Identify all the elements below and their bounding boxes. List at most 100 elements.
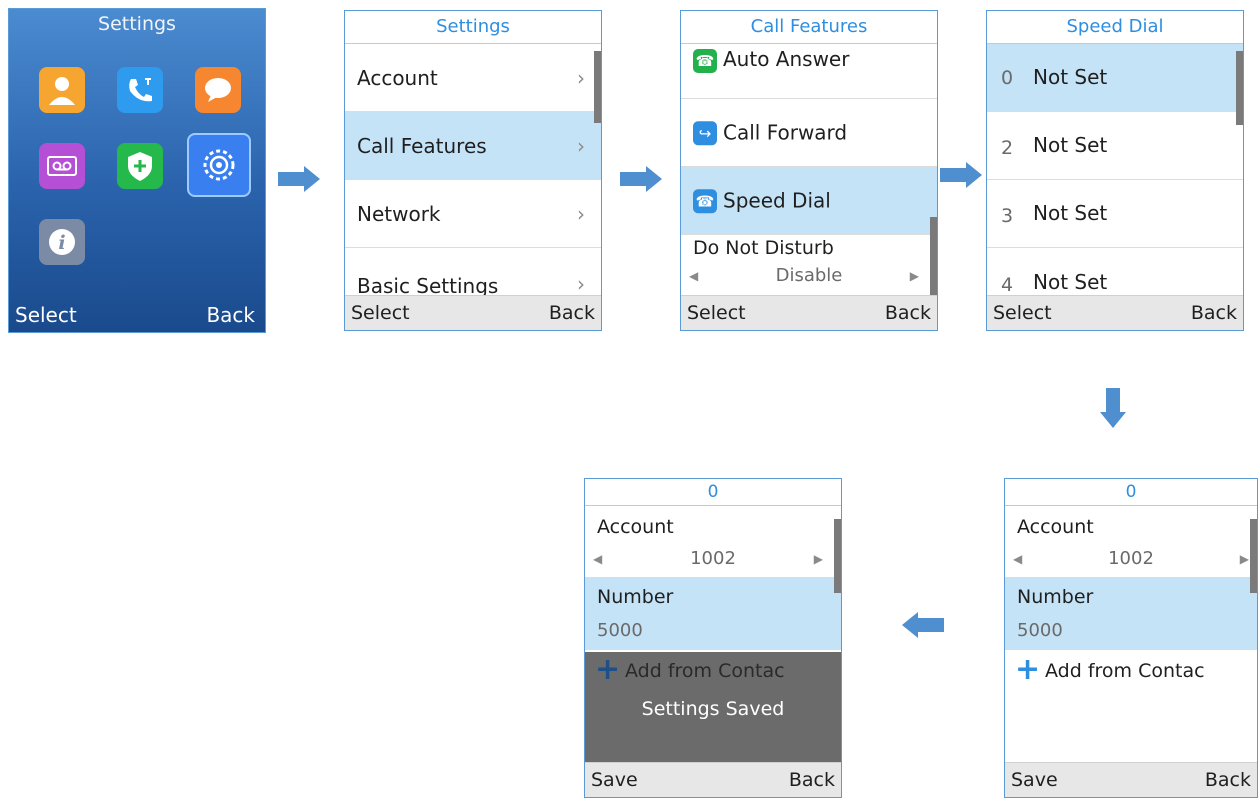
add-from-contacts-label: Add from Contac	[625, 660, 785, 682]
account-label: Account	[597, 516, 674, 538]
add-from-contacts-label: Add from Contac	[1045, 660, 1205, 682]
call-history-icon[interactable]	[117, 67, 163, 113]
messages-icon[interactable]	[195, 67, 241, 113]
chevron-right-icon: ›	[577, 65, 585, 90]
settings-icon[interactable]	[187, 133, 251, 197]
plus-icon: +	[595, 652, 621, 687]
speed-dial-entry-0[interactable]: 0 Not Set	[987, 44, 1243, 112]
info-icon[interactable]: i	[39, 219, 85, 265]
select-softkey[interactable]: Select	[687, 296, 746, 330]
home-softkeys: Select Back	[9, 298, 265, 332]
edit-title: 0	[1005, 479, 1257, 506]
save-softkey[interactable]: Save	[1011, 763, 1058, 797]
call-features-softkeys: Select Back	[681, 295, 937, 330]
number-label: Number	[597, 586, 674, 608]
speed-dial-key: 2	[1001, 137, 1014, 159]
settings-screen: Settings Account › Call Features › Netwo…	[344, 10, 602, 331]
account-label: Account	[1017, 516, 1094, 538]
settings-item-basic-settings[interactable]: Basic Settings ›	[345, 248, 601, 298]
account-selector[interactable]: Account ◀ 1002 ▶	[1005, 506, 1257, 578]
select-softkey[interactable]: Select	[15, 298, 77, 332]
back-softkey[interactable]: Back	[885, 296, 931, 330]
edit-softkeys: Save Back	[1005, 762, 1257, 797]
speed-dial-title: Speed Dial	[987, 11, 1243, 44]
settings-item-label: Account	[357, 65, 438, 90]
speed-dial-entry-4[interactable]: 4 Not Set	[987, 248, 1243, 298]
save-softkey[interactable]: Save	[591, 763, 638, 797]
home-screen: Settings i Select Back	[8, 8, 266, 333]
call-feature-label-wrap: ↪ Call Forward	[693, 120, 847, 146]
call-feature-label-wrap: ☎ Auto Answer	[693, 47, 849, 73]
arrow-right-icon[interactable]: ▶	[1240, 552, 1249, 566]
saved-title: 0	[585, 479, 841, 506]
saved-softkeys: Save Back	[585, 762, 841, 797]
settings-item-network[interactable]: Network ›	[345, 180, 601, 248]
number-field[interactable]: Number 5000	[1005, 578, 1257, 650]
speed-dial-key: 4	[1001, 274, 1014, 296]
speed-dial-screen: Speed Dial 0 Not Set 2 Not Set 3 Not Set…	[986, 10, 1244, 331]
back-softkey[interactable]: Back	[1205, 763, 1251, 797]
select-softkey[interactable]: Select	[351, 296, 410, 330]
speed-dial-key: 0	[1001, 67, 1014, 89]
speed-dial-edit-screen: 0 Account ◀ 1002 ▶ Number 5000 + Add fro…	[1004, 478, 1258, 798]
select-softkey[interactable]: Select	[993, 296, 1052, 330]
settings-item-label: Network	[357, 201, 441, 226]
speed-dial-label: Not Set	[1033, 201, 1108, 225]
call-feature-do-not-disturb[interactable]: Do Not Disturb ◀ Disable ▶	[681, 235, 937, 297]
settings-item-label: Call Features	[357, 133, 487, 158]
speed-dial-label: Not Set	[1033, 133, 1108, 157]
number-label: Number	[1017, 586, 1094, 608]
back-softkey[interactable]: Back	[549, 296, 595, 330]
account-value: 1002	[690, 548, 736, 569]
settings-saved-screen: 0 Account ◀ 1002 ▶ Number 5000 + Add fro…	[584, 478, 842, 798]
settings-softkeys: Select Back	[345, 295, 601, 330]
security-icon[interactable]	[117, 143, 163, 189]
plus-icon: +	[1015, 652, 1041, 687]
add-from-contacts[interactable]: + Add from Contac	[585, 652, 841, 694]
call-feature-speed-dial[interactable]: ☎ Speed Dial	[681, 167, 937, 235]
flow-arrow-right	[278, 166, 320, 192]
arrow-right-icon[interactable]: ▶	[910, 269, 919, 283]
dnd-value: Disable	[775, 265, 843, 286]
scrollbar[interactable]	[930, 217, 937, 295]
speed-dial-label: Not Set	[1033, 65, 1108, 89]
settings-item-account[interactable]: Account ›	[345, 44, 601, 112]
settings-item-call-features[interactable]: Call Features ›	[345, 112, 601, 180]
settings-title: Settings	[345, 11, 601, 44]
call-feature-label: Do Not Disturb	[693, 237, 834, 259]
call-features-screen: ☎ Auto Answer Call Features ↪ Call Forward…	[680, 10, 938, 331]
chevron-right-icon: ›	[577, 272, 585, 296]
account-selector[interactable]: Account ◀ 1002 ▶	[585, 506, 841, 578]
arrow-right-icon[interactable]: ▶	[814, 552, 823, 566]
back-softkey[interactable]: Back	[206, 298, 255, 332]
back-softkey[interactable]: Back	[789, 763, 835, 797]
flow-arrow-down	[1100, 388, 1126, 428]
settings-saved-toast: Settings Saved	[585, 694, 841, 764]
svg-text:i: i	[58, 232, 65, 254]
speed-dial-key: 3	[1001, 205, 1014, 227]
scrollbar[interactable]	[834, 519, 841, 593]
number-field[interactable]: Number 5000	[585, 578, 841, 650]
flow-arrow-right	[940, 162, 982, 188]
scrollbar[interactable]	[1236, 51, 1243, 125]
speed-dial-entry-2[interactable]: 2 Not Set	[987, 112, 1243, 180]
flow-arrow-left	[902, 612, 944, 638]
call-forward-icon: ↪	[693, 121, 717, 146]
scrollbar[interactable]	[1250, 519, 1257, 593]
voicemail-icon[interactable]	[39, 143, 85, 189]
call-feature-label-wrap: ☎ Speed Dial	[693, 188, 831, 214]
back-softkey[interactable]: Back	[1191, 296, 1237, 330]
toast-text: Settings Saved	[641, 698, 785, 720]
call-feature-call-forward[interactable]: ↪ Call Forward	[681, 99, 937, 167]
number-value: 5000	[597, 620, 643, 641]
call-features-title: Call Features	[681, 11, 937, 44]
contacts-icon[interactable]	[39, 67, 85, 113]
auto-answer-icon: ☎	[693, 48, 717, 73]
chevron-right-icon: ›	[577, 201, 585, 226]
chevron-right-icon: ›	[577, 133, 585, 158]
add-from-contacts[interactable]: + Add from Contac	[1005, 652, 1257, 694]
number-value: 5000	[1017, 620, 1063, 641]
scrollbar[interactable]	[594, 51, 601, 123]
speed-dial-entry-3[interactable]: 3 Not Set	[987, 180, 1243, 248]
account-value: 1002	[1108, 548, 1154, 569]
